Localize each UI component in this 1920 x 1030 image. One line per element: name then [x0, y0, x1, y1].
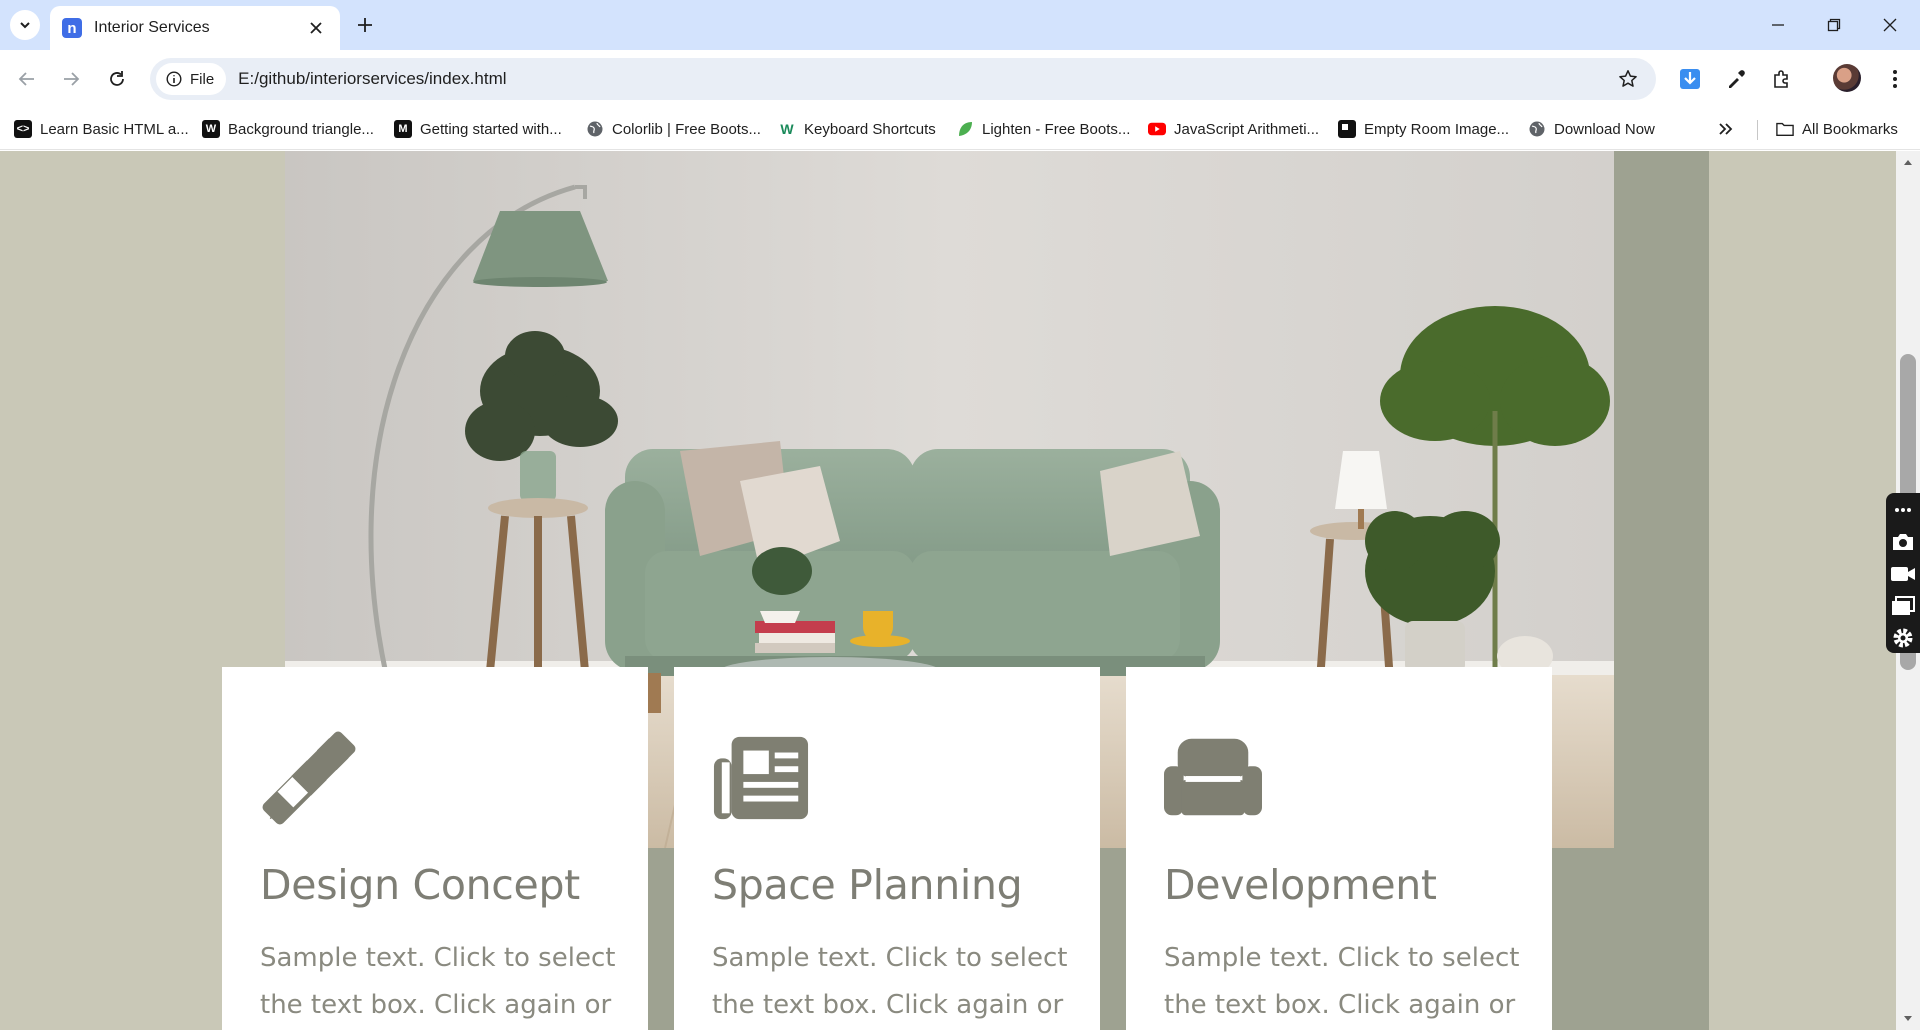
- tab-search-button[interactable]: [10, 10, 40, 40]
- card-text[interactable]: Sample text. Click to select the text bo…: [260, 935, 620, 1030]
- w-icon: W: [202, 120, 220, 138]
- downloads-button[interactable]: [1675, 64, 1705, 94]
- all-bookmarks-button[interactable]: All Bookmarks: [1776, 116, 1898, 142]
- bookmark-item[interactable]: M Getting started with...: [394, 116, 562, 142]
- extensions-button[interactable]: [1767, 64, 1797, 94]
- address-bar[interactable]: File E:/github/interiorservices/index.ht…: [150, 58, 1656, 100]
- favicon: n: [62, 18, 82, 38]
- folder-icon: [1776, 120, 1794, 138]
- bookmark-label: Keyboard Shortcuts: [804, 120, 936, 138]
- bookmark-item[interactable]: W Background triangle...: [202, 116, 374, 142]
- bookmark-star-button[interactable]: [1608, 59, 1648, 99]
- bookmark-item[interactable]: Empty Room Image...: [1338, 116, 1509, 142]
- double-chevron-right-icon: [1719, 123, 1733, 135]
- tab-strip: n Interior Services: [0, 0, 1920, 50]
- settings-button[interactable]: [1890, 627, 1916, 649]
- arrow-left-icon: [18, 72, 34, 86]
- w-green-icon: W: [780, 121, 794, 137]
- bookmark-label: Lighten - Free Boots...: [982, 120, 1131, 138]
- bookmark-item[interactable]: Colorlib | Free Boots...: [586, 116, 761, 142]
- couch-icon: [1164, 738, 1262, 816]
- record-video-button[interactable]: [1890, 563, 1916, 585]
- active-tab[interactable]: n Interior Services: [50, 6, 340, 50]
- plus-icon: [358, 18, 372, 32]
- camera-icon: [1893, 534, 1913, 550]
- reload-icon: [110, 71, 124, 86]
- service-card-development: Development Sample text. Click to select…: [1126, 667, 1552, 1030]
- page-viewport: Design Concept Sample text. Click to sel…: [0, 151, 1920, 1030]
- eyedropper-icon: [1729, 70, 1745, 88]
- card-text[interactable]: Sample text. Click to select the text bo…: [712, 935, 1072, 1030]
- bookmark-label: Learn Basic HTML a...: [40, 120, 189, 138]
- close-tab-button[interactable]: [304, 16, 328, 40]
- card-title: Design Concept: [260, 861, 580, 909]
- arrow-right-icon: [64, 72, 80, 86]
- scroll-up-arrow-icon[interactable]: [1902, 157, 1914, 167]
- download-icon: [1680, 69, 1700, 89]
- more-vertical-icon: [1893, 70, 1897, 88]
- leaf-icon: [956, 120, 974, 138]
- windows-stack-icon: [1892, 596, 1915, 615]
- bookmark-label: Colorlib | Free Boots...: [612, 120, 761, 138]
- star-icon: [1619, 70, 1637, 87]
- site-info-chip[interactable]: File: [156, 63, 227, 95]
- close-icon: [1883, 18, 1897, 32]
- tab-title: Interior Services: [94, 19, 210, 36]
- gear-icon: [1893, 628, 1913, 648]
- card-text[interactable]: Sample text. Click to select the text bo…: [1164, 935, 1524, 1030]
- back-button[interactable]: [12, 64, 42, 94]
- browser-toolbar: File E:/github/interiorservices/index.ht…: [0, 50, 1920, 108]
- chevron-down-icon: [20, 22, 30, 29]
- card-title: Space Planning: [712, 861, 1023, 909]
- bookmark-item[interactable]: Lighten - Free Boots...: [956, 116, 1130, 142]
- m-icon: M: [394, 120, 412, 138]
- screenshot-button[interactable]: [1890, 531, 1916, 553]
- youtube-icon: [1148, 120, 1166, 138]
- window-capture-button[interactable]: [1890, 595, 1916, 617]
- bookmark-label: Background triangle...: [228, 120, 374, 138]
- reload-button[interactable]: [102, 64, 132, 94]
- puzzle-icon: [1774, 70, 1788, 88]
- minimize-button[interactable]: [1750, 0, 1806, 50]
- more-horizontal-icon: [1895, 508, 1911, 512]
- capture-toolbar: [1886, 493, 1920, 653]
- all-bookmarks-label: All Bookmarks: [1802, 120, 1898, 138]
- bookmark-item[interactable]: W Keyboard Shortcuts: [778, 116, 936, 142]
- globe-icon: [586, 120, 604, 138]
- url-text[interactable]: E:/github/interiorservices/index.html: [238, 69, 1608, 89]
- profile-avatar[interactable]: [1833, 64, 1861, 92]
- bookmark-label: Getting started with...: [420, 120, 562, 138]
- bookmarks-bar: <> Learn Basic HTML a... W Background tr…: [0, 108, 1920, 150]
- restore-button[interactable]: [1806, 0, 1862, 50]
- capture-menu-button[interactable]: [1890, 499, 1916, 521]
- forward-button[interactable]: [56, 64, 86, 94]
- card-title: Development: [1164, 861, 1437, 909]
- bookmark-label: Empty Room Image...: [1364, 120, 1510, 138]
- close-icon: [310, 22, 322, 34]
- pencil-ruler-icon: [262, 731, 356, 825]
- bookmark-item[interactable]: Download Now: [1528, 116, 1655, 142]
- bookmark-label: JavaScript Arithmeti...: [1174, 120, 1320, 138]
- square-icon: [1338, 120, 1356, 138]
- info-icon: [166, 71, 182, 87]
- newspaper-icon: [713, 736, 809, 820]
- menu-button[interactable]: [1880, 64, 1910, 94]
- service-card-space-planning: Space Planning Sample text. Click to sel…: [674, 667, 1100, 1030]
- code-icon: <>: [14, 120, 32, 138]
- new-tab-button[interactable]: [350, 10, 380, 40]
- close-window-button[interactable]: [1862, 0, 1918, 50]
- divider: [1757, 120, 1758, 140]
- more-bookmarks-button[interactable]: [1718, 116, 1734, 142]
- globe-icon: [1528, 120, 1546, 138]
- scroll-down-arrow-icon[interactable]: [1902, 1014, 1914, 1024]
- restore-icon: [1827, 18, 1841, 32]
- site-chip-label: File: [190, 70, 215, 88]
- service-card-design-concept: Design Concept Sample text. Click to sel…: [222, 667, 648, 1030]
- minimize-icon: [1772, 24, 1784, 26]
- video-camera-icon: [1891, 567, 1915, 581]
- bookmark-item[interactable]: <> Learn Basic HTML a...: [14, 116, 189, 142]
- bookmark-item[interactable]: JavaScript Arithmeti...: [1148, 116, 1319, 142]
- eyedropper-button[interactable]: [1721, 64, 1751, 94]
- bookmark-label: Download Now: [1554, 120, 1655, 138]
